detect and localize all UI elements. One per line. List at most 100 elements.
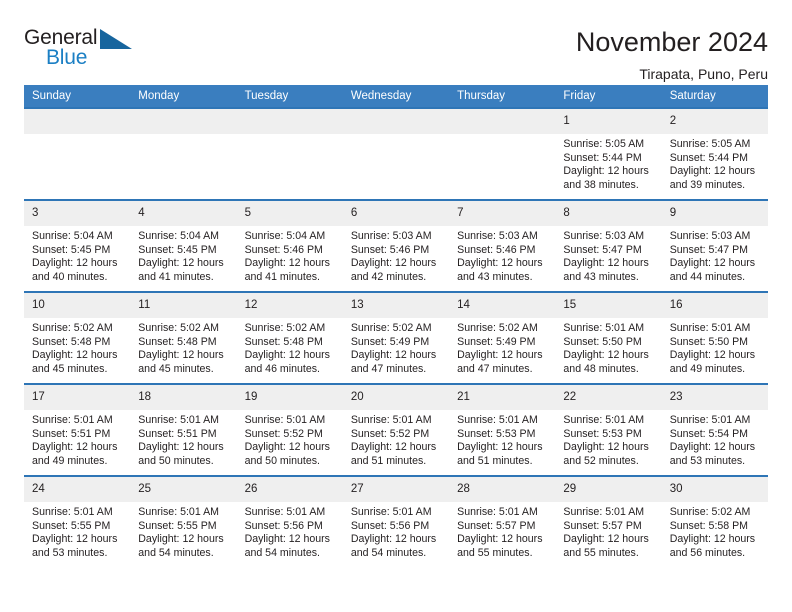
daylight-text: Daylight: 12 hours and 54 minutes. bbox=[138, 533, 224, 559]
calendar-day-cell[interactable]: 16 Sunrise: 5:01 AM Sunset: 5:50 PM Dayligh… bbox=[661, 291, 768, 384]
daylight-text: Daylight: 12 hours and 51 minutes. bbox=[350, 441, 437, 467]
calendar-day-cell[interactable]: 22 Sunrise: 5:01 AM Sunset: 5:53 PM Dayligh… bbox=[555, 383, 662, 476]
calendar-day-cell[interactable]: 17 Sunrise: 5:01 AM Sunset: 5:51 PM Dayligh… bbox=[24, 383, 131, 476]
calendar-week-row: 1 Sunrise: 5:05 AM Sunset: 5:44 PM Daylight… bbox=[24, 107, 768, 200]
daylight-text: Daylight: 12 hours and 41 minutes. bbox=[244, 257, 330, 283]
day-details: Sunrise: 5:02 AM Sunset: 5:48 PM Daylight:… bbox=[24, 318, 130, 376]
calendar-day-cell[interactable]: 24 Sunrise: 5:01 AM Sunset: 5:55 PM Dayligh… bbox=[24, 475, 131, 567]
calendar-day-cell[interactable]: 8 Sunrise: 5:03 AM Sunset: 5:47 PM Daylight… bbox=[555, 199, 662, 292]
calendar-week-row: 10 Sunrise: 5:02 AM Sunset: 5:48 PM Dayligh… bbox=[24, 291, 768, 384]
day-number: 27 bbox=[342, 477, 450, 502]
day-number: 6 bbox=[342, 201, 450, 226]
day-details: Sunrise: 5:01 AM Sunset: 5:55 PM Daylight:… bbox=[130, 502, 236, 560]
daylight-text: Daylight: 12 hours and 42 minutes. bbox=[350, 257, 437, 283]
calendar-day-cell[interactable]: 9 Sunrise: 5:03 AM Sunset: 5:47 PM Daylight… bbox=[661, 199, 768, 292]
day-number: 14 bbox=[449, 293, 556, 318]
day-details: Sunrise: 5:04 AM Sunset: 5:45 PM Daylight:… bbox=[24, 226, 130, 284]
sunrise-text: Sunrise: 5:02 AM bbox=[669, 506, 751, 518]
daylight-text: Daylight: 12 hours and 51 minutes. bbox=[457, 441, 543, 467]
sunset-text: Sunset: 5:54 PM bbox=[669, 427, 749, 440]
weekday-header-friday: Friday bbox=[555, 85, 662, 108]
calendar-day-cell[interactable]: 12 Sunrise: 5:02 AM Sunset: 5:48 PM Dayligh… bbox=[236, 291, 343, 384]
day-details: Sunrise: 5:02 AM Sunset: 5:49 PM Daylight:… bbox=[449, 318, 555, 376]
day-number bbox=[236, 109, 343, 134]
calendar-day-cell[interactable]: 23 Sunrise: 5:01 AM Sunset: 5:54 PM Dayligh… bbox=[661, 383, 768, 476]
day-number: 11 bbox=[130, 293, 237, 318]
calendar-day-cell[interactable]: 6 Sunrise: 5:03 AM Sunset: 5:46 PM Daylight… bbox=[342, 199, 450, 292]
daylight-text: Daylight: 12 hours and 47 minutes. bbox=[457, 349, 543, 375]
calendar-day-cell[interactable]: 19 Sunrise: 5:01 AM Sunset: 5:52 PM Dayligh… bbox=[236, 383, 343, 476]
sunrise-text: Sunrise: 5:02 AM bbox=[457, 322, 538, 334]
calendar-day-cell[interactable]: 30 Sunrise: 5:02 AM Sunset: 5:58 PM Dayligh… bbox=[661, 475, 768, 567]
day-details: Sunrise: 5:01 AM Sunset: 5:55 PM Daylight:… bbox=[24, 502, 130, 560]
sunset-text: Sunset: 5:49 PM bbox=[350, 335, 430, 348]
sunrise-text: Sunrise: 5:04 AM bbox=[244, 230, 326, 242]
day-details: Sunrise: 5:05 AM Sunset: 5:44 PM Daylight:… bbox=[555, 134, 661, 192]
day-details: Sunrise: 5:01 AM Sunset: 5:56 PM Daylight:… bbox=[237, 502, 343, 560]
calendar-day-cell[interactable]: 18 Sunrise: 5:01 AM Sunset: 5:51 PM Dayligh… bbox=[130, 383, 237, 476]
sunset-text: Sunset: 5:51 PM bbox=[138, 427, 217, 440]
calendar-day-cell[interactable]: 4 Sunrise: 5:04 AM Sunset: 5:45 PM Daylight… bbox=[130, 199, 237, 292]
daylight-text: Daylight: 12 hours and 39 minutes. bbox=[669, 165, 756, 191]
day-details: Sunrise: 5:05 AM Sunset: 5:44 PM Daylight:… bbox=[662, 134, 768, 192]
sunrise-text: Sunrise: 5:01 AM bbox=[138, 506, 219, 518]
daylight-text: Daylight: 12 hours and 43 minutes. bbox=[563, 257, 649, 283]
calendar-day-cell[interactable]: 28 Sunrise: 5:01 AM Sunset: 5:57 PM Dayligh… bbox=[449, 475, 556, 567]
sunrise-text: Sunrise: 5:02 AM bbox=[244, 322, 326, 334]
general-blue-logo[interactable]: General Blue bbox=[24, 26, 136, 74]
calendar-day-cell[interactable]: 27 Sunrise: 5:01 AM Sunset: 5:56 PM Dayligh… bbox=[342, 475, 450, 567]
weekday-header-tuesday: Tuesday bbox=[236, 85, 343, 108]
day-number bbox=[342, 109, 450, 134]
sunrise-text: Sunrise: 5:05 AM bbox=[563, 138, 645, 150]
day-number: 17 bbox=[24, 385, 131, 410]
sunrise-text: Sunrise: 5:01 AM bbox=[138, 414, 219, 426]
daylight-text: Daylight: 12 hours and 53 minutes. bbox=[32, 533, 118, 559]
sunset-text: Sunset: 5:52 PM bbox=[350, 427, 430, 440]
calendar-day-cell[interactable]: 15 Sunrise: 5:01 AM Sunset: 5:50 PM Dayligh… bbox=[555, 291, 662, 384]
sunrise-text: Sunrise: 5:04 AM bbox=[138, 230, 219, 242]
sunset-text: Sunset: 5:56 PM bbox=[350, 519, 430, 532]
sunset-text: Sunset: 5:50 PM bbox=[563, 335, 642, 348]
sunset-text: Sunset: 5:46 PM bbox=[457, 243, 536, 256]
day-details: Sunrise: 5:04 AM Sunset: 5:46 PM Daylight:… bbox=[237, 226, 343, 284]
calendar-day-cell[interactable]: 25 Sunrise: 5:01 AM Sunset: 5:55 PM Dayligh… bbox=[130, 475, 237, 567]
daylight-text: Daylight: 12 hours and 54 minutes. bbox=[244, 533, 330, 559]
weekday-header-wednesday: Wednesday bbox=[342, 85, 450, 108]
calendar-day-cell[interactable]: 14 Sunrise: 5:02 AM Sunset: 5:49 PM Dayligh… bbox=[449, 291, 556, 384]
calendar-day-cell[interactable]: 3 Sunrise: 5:04 AM Sunset: 5:45 PM Daylight… bbox=[24, 199, 131, 292]
title-block: November 2024 Tirapata, Puno, Peru bbox=[136, 26, 768, 84]
logo-triangle-icon bbox=[100, 29, 132, 49]
calendar-day-cell[interactable]: 5 Sunrise: 5:04 AM Sunset: 5:46 PM Daylight… bbox=[236, 199, 343, 292]
daylight-text: Daylight: 12 hours and 56 minutes. bbox=[669, 533, 756, 559]
calendar-day-cell[interactable]: 7 Sunrise: 5:03 AM Sunset: 5:46 PM Daylight… bbox=[449, 199, 556, 292]
day-number: 22 bbox=[555, 385, 662, 410]
sunrise-text: Sunrise: 5:01 AM bbox=[563, 414, 645, 426]
day-number: 7 bbox=[449, 201, 556, 226]
calendar-day-cell[interactable]: 1 Sunrise: 5:05 AM Sunset: 5:44 PM Daylight… bbox=[555, 107, 662, 200]
calendar-day-cell[interactable]: 26 Sunrise: 5:01 AM Sunset: 5:56 PM Dayligh… bbox=[236, 475, 343, 567]
calendar-day-cell[interactable]: 2 Sunrise: 5:05 AM Sunset: 5:44 PM Daylight… bbox=[661, 107, 768, 200]
day-number: 8 bbox=[555, 201, 662, 226]
sunrise-text: Sunrise: 5:01 AM bbox=[244, 414, 326, 426]
day-details: Sunrise: 5:02 AM Sunset: 5:48 PM Daylight:… bbox=[130, 318, 236, 376]
day-number: 23 bbox=[661, 385, 768, 410]
day-number: 25 bbox=[130, 477, 237, 502]
calendar-day-cell[interactable]: 13 Sunrise: 5:02 AM Sunset: 5:49 PM Dayligh… bbox=[342, 291, 450, 384]
day-number: 1 bbox=[555, 109, 662, 134]
calendar-day-cell[interactable]: 11 Sunrise: 5:02 AM Sunset: 5:48 PM Dayligh… bbox=[130, 291, 237, 384]
calendar-day-cell[interactable]: 29 Sunrise: 5:01 AM Sunset: 5:57 PM Dayligh… bbox=[555, 475, 662, 567]
sunrise-text: Sunrise: 5:01 AM bbox=[457, 414, 538, 426]
day-details: Sunrise: 5:03 AM Sunset: 5:47 PM Daylight:… bbox=[662, 226, 768, 284]
day-details: Sunrise: 5:01 AM Sunset: 5:53 PM Daylight:… bbox=[555, 410, 661, 468]
weekday-header-saturday: Saturday bbox=[661, 85, 768, 108]
sunset-text: Sunset: 5:44 PM bbox=[563, 151, 642, 164]
calendar-day-cell[interactable]: 10 Sunrise: 5:02 AM Sunset: 5:48 PM Dayligh… bbox=[24, 291, 131, 384]
daylight-text: Daylight: 12 hours and 52 minutes. bbox=[563, 441, 649, 467]
sunrise-text: Sunrise: 5:01 AM bbox=[563, 322, 645, 334]
sunrise-text: Sunrise: 5:04 AM bbox=[32, 230, 113, 242]
page-header: General Blue November 2024 Tirapata, Pun… bbox=[24, 0, 768, 82]
calendar-day-cell[interactable]: 21 Sunrise: 5:01 AM Sunset: 5:53 PM Dayligh… bbox=[449, 383, 556, 476]
sunset-text: Sunset: 5:57 PM bbox=[563, 519, 642, 532]
calendar-day-cell[interactable]: 20 Sunrise: 5:01 AM Sunset: 5:52 PM Dayligh… bbox=[342, 383, 450, 476]
daylight-text: Daylight: 12 hours and 50 minutes. bbox=[244, 441, 330, 467]
